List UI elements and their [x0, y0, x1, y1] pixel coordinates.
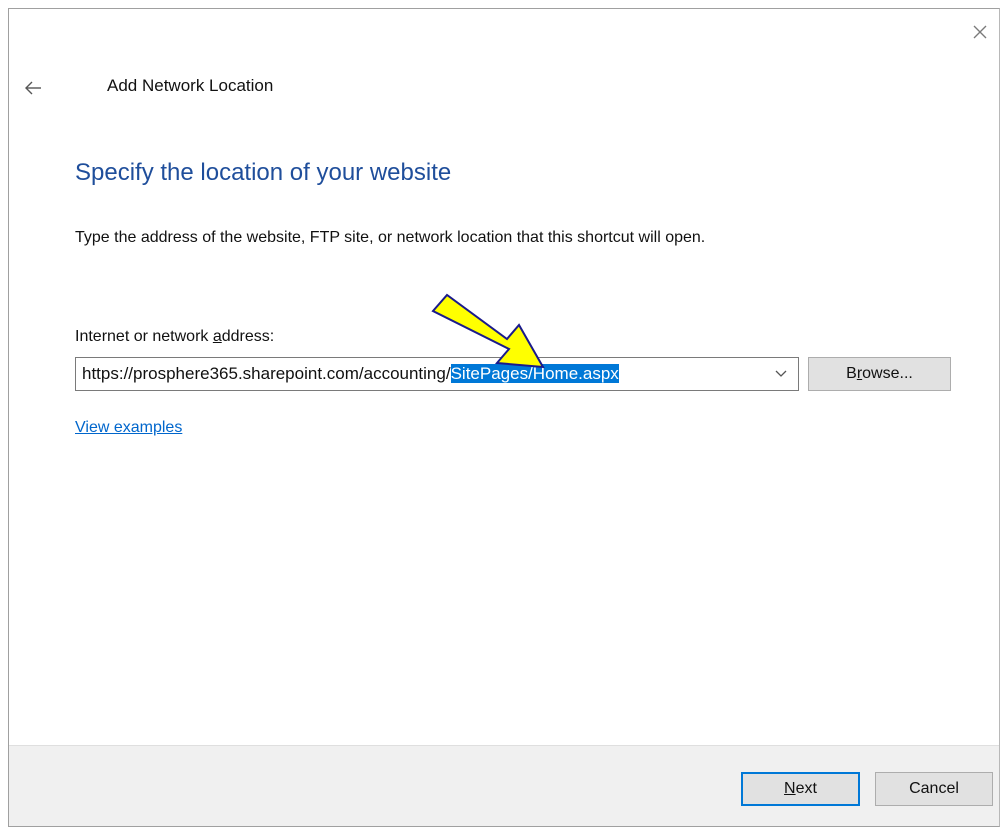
- address-unselected-text: https://prosphere365.sharepoint.com/acco…: [82, 364, 451, 383]
- back-arrow-icon[interactable]: [23, 80, 43, 96]
- address-label: Internet or network address:: [75, 328, 275, 345]
- next-button[interactable]: Next: [741, 772, 860, 806]
- browse-button[interactable]: Browse...: [808, 357, 951, 391]
- address-selected-text: SitePages/Home.aspx: [450, 364, 619, 383]
- address-combobox[interactable]: https://prosphere365.sharepoint.com/acco…: [75, 357, 799, 391]
- view-examples-link[interactable]: View examples: [75, 419, 182, 437]
- close-icon[interactable]: [971, 23, 989, 41]
- chevron-down-icon[interactable]: [774, 369, 788, 379]
- page-heading: Specify the location of your website: [75, 159, 452, 186]
- window-title: Add Network Location: [107, 76, 274, 95]
- dialog-footer: Next Cancel: [9, 745, 999, 826]
- address-input[interactable]: https://prosphere365.sharepoint.com/acco…: [82, 364, 619, 384]
- cancel-button[interactable]: Cancel: [875, 772, 993, 806]
- add-network-location-dialog: Add Network Location Specify the locatio…: [8, 8, 1000, 827]
- instructions-text: Type the address of the website, FTP sit…: [75, 229, 706, 246]
